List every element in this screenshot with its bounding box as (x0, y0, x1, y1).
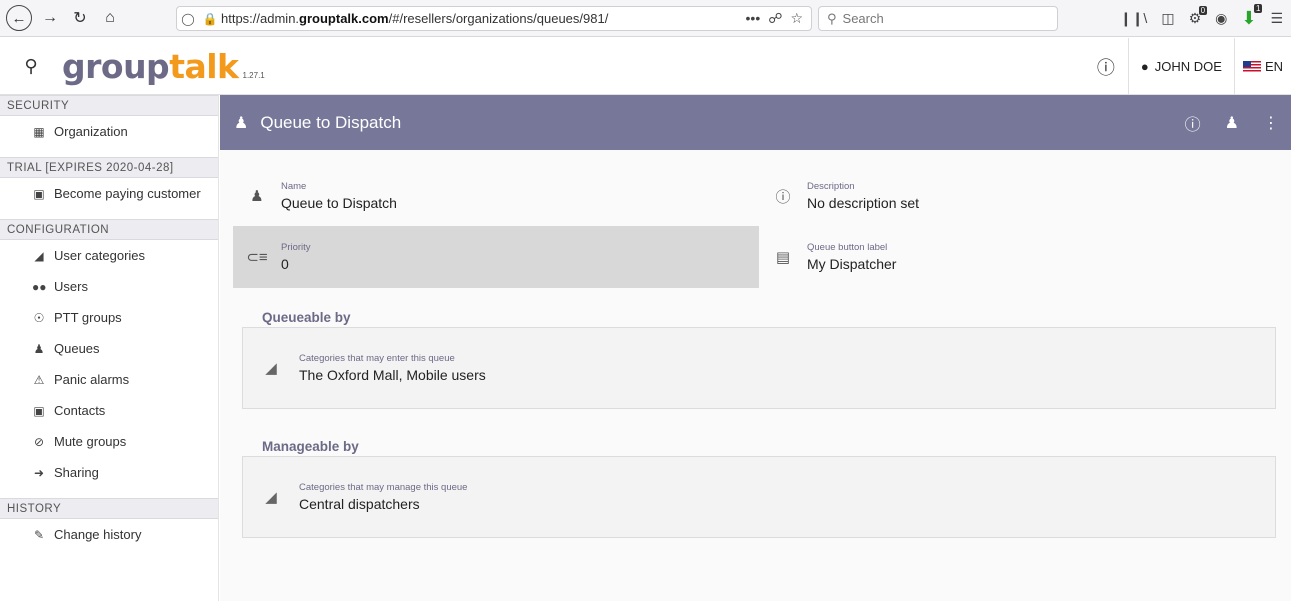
lock-icon[interactable]: 🔒 (199, 12, 221, 26)
sidebar-item-mute-groups[interactable]: ⊘ Mute groups (0, 426, 218, 457)
user-menu[interactable]: ● JOHN DOE (1127, 38, 1234, 95)
categories-icon: ◢ (265, 489, 277, 506)
pocket-icon[interactable]: ☍ (768, 10, 782, 27)
sidebar-item-change-history[interactable]: ✎ Change history (0, 519, 218, 550)
person-icon: ● (1140, 59, 1149, 74)
categories-icon: ◢ (34, 248, 44, 263)
sidebar-item-ptt-groups[interactable]: ☉ PTT groups (0, 302, 218, 333)
priority-label: Priority (281, 242, 311, 253)
sidebar-item-queues[interactable]: ♟ Queues (0, 333, 218, 364)
queue-icon: ♟ (234, 114, 249, 132)
building-icon: ▦ (33, 124, 45, 139)
manageable-by-label: Categories that may manage this queue (299, 482, 468, 493)
language-selector[interactable]: EN (1233, 38, 1291, 95)
mute-icon: ⊘ (33, 434, 45, 449)
manageable-by-value: Central dispatchers (299, 496, 420, 512)
name-value: Queue to Dispatch (281, 195, 397, 211)
hamburger-menu-icon[interactable]: ☰ (1270, 10, 1283, 27)
description-label: Description (807, 181, 855, 192)
help-icon[interactable]: ⓘ (1185, 111, 1201, 135)
address-bar[interactable]: ◯ 🔒 https://admin.grouptalk.com/#/resell… (176, 6, 812, 31)
sidebar-item-contacts[interactable]: ▣ Contacts (0, 395, 218, 426)
sidebar-section-trial: TRIAL [EXPIRES 2020-04-28] (0, 157, 218, 178)
contacts-icon: ▣ (33, 403, 45, 418)
bookmark-star-icon[interactable]: ☆ (790, 10, 803, 27)
info-icon: ⓘ (775, 188, 791, 206)
queue-button-label-label: Queue button label (807, 242, 888, 253)
queueable-by-card[interactable]: ◢ Categories that may enter this queue T… (242, 327, 1276, 409)
description-value: No description set (807, 195, 920, 211)
queue-icon: ♟ (33, 341, 45, 356)
sidebar-section-history: HISTORY (0, 498, 218, 519)
app-header: ⚲ grouptalk 1.27.1 ⓘ ● JOHN DOE EN (0, 38, 1291, 95)
priority-field[interactable]: ⊂≡ Priority 0 (233, 226, 759, 288)
more-vert-icon[interactable]: ⋮ (1263, 113, 1279, 133)
back-button[interactable]: ← (6, 5, 32, 31)
queueable-by-value: The Oxford Mall, Mobile users (299, 367, 486, 383)
sidebar-item-sharing[interactable]: ➜ Sharing (0, 457, 218, 488)
sidebar-item-users[interactable]: ●● Users (0, 271, 218, 302)
sidebar-item-organization[interactable]: ▦ Organization (0, 116, 218, 147)
sidebar-item-become-paying[interactable]: ▣ Become paying customer (0, 178, 218, 209)
sidebar-toggle-icon[interactable]: ◫ (1161, 10, 1174, 27)
page-actions-icon[interactable]: ••• (746, 10, 761, 27)
extension-icon[interactable]: ⚙ 0 (1189, 6, 1208, 27)
app-version: 1.27.1 (242, 70, 265, 80)
queue-icon: ♟ (250, 188, 264, 205)
download-extension-icon[interactable]: ⬇ 1 (1241, 4, 1263, 29)
share-icon: ➜ (33, 465, 45, 480)
queueable-by-title: Queueable by (262, 310, 351, 325)
name-field: ♟ Name Queue to Dispatch (233, 165, 759, 227)
manageable-by-title: Manageable by (262, 439, 359, 454)
sidebar-section-configuration: CONFIGURATION (0, 219, 218, 240)
help-icon[interactable]: ⓘ (1084, 38, 1128, 95)
grouptalk-logo[interactable]: grouptalk (62, 47, 239, 86)
users-icon: ●● (32, 279, 47, 294)
categories-icon: ◢ (265, 360, 277, 377)
sidebar-item-user-categories[interactable]: ◢ User categories (0, 240, 218, 271)
sidebar-item-panic-alarms[interactable]: ⚠ Panic alarms (0, 364, 218, 395)
browser-toolbar: ← → ↻ ⌂ ◯ 🔒 https://admin.grouptalk.com/… (0, 0, 1291, 37)
us-flag-icon (1242, 61, 1261, 72)
account-icon[interactable]: ◉ (1215, 10, 1227, 27)
pencil-icon: ✎ (33, 527, 45, 542)
library-icon[interactable]: ❙❙\ (1120, 10, 1147, 27)
reload-button[interactable]: ↻ (68, 6, 92, 30)
globe-icon: ☉ (33, 310, 45, 325)
money-icon: ▣ (33, 186, 45, 201)
browser-search-input[interactable]: ⚲ Search (818, 6, 1058, 31)
main-content: ♟ Queue to Dispatch ⓘ ♟ ⋮ ♟ Name Queue t… (220, 95, 1291, 601)
url-text[interactable]: https://admin.grouptalk.com/#/resellers/… (221, 11, 746, 26)
name-label: Name (281, 181, 307, 192)
alarm-icon: ⚠ (33, 372, 45, 387)
sidebar-section-security: SECURITY (0, 95, 218, 116)
sidebar: SECURITY ▦ Organization TRIAL [EXPIRES 2… (0, 95, 219, 601)
queue-button-label-value: My Dispatcher (807, 256, 897, 272)
language-code: EN (1264, 59, 1283, 74)
user-name: JOHN DOE (1154, 59, 1222, 74)
home-button[interactable]: ⌂ (98, 6, 122, 30)
manageable-by-card[interactable]: ◢ Categories that may manage this queue … (242, 456, 1276, 538)
priority-list-icon: ⊂≡ (246, 249, 268, 266)
queueable-by-label: Categories that may enter this queue (299, 353, 455, 364)
document-icon: ▤ (775, 249, 791, 266)
shield-icon[interactable]: ◯ (177, 12, 199, 26)
page-title: Queue to Dispatch (260, 112, 402, 132)
search-icon: ⚲ (827, 10, 837, 26)
forward-button[interactable]: → (38, 6, 62, 30)
app-search-icon[interactable]: ⚲ (0, 38, 62, 95)
description-field: ⓘ Description No description set (759, 165, 1279, 227)
page-header: ♟ Queue to Dispatch ⓘ ♟ ⋮ (220, 95, 1291, 150)
edit-queue-icon[interactable]: ♟ (1225, 113, 1239, 133)
priority-value: 0 (281, 256, 289, 272)
queue-button-label-field: ▤ Queue button label My Dispatcher (759, 226, 1279, 288)
